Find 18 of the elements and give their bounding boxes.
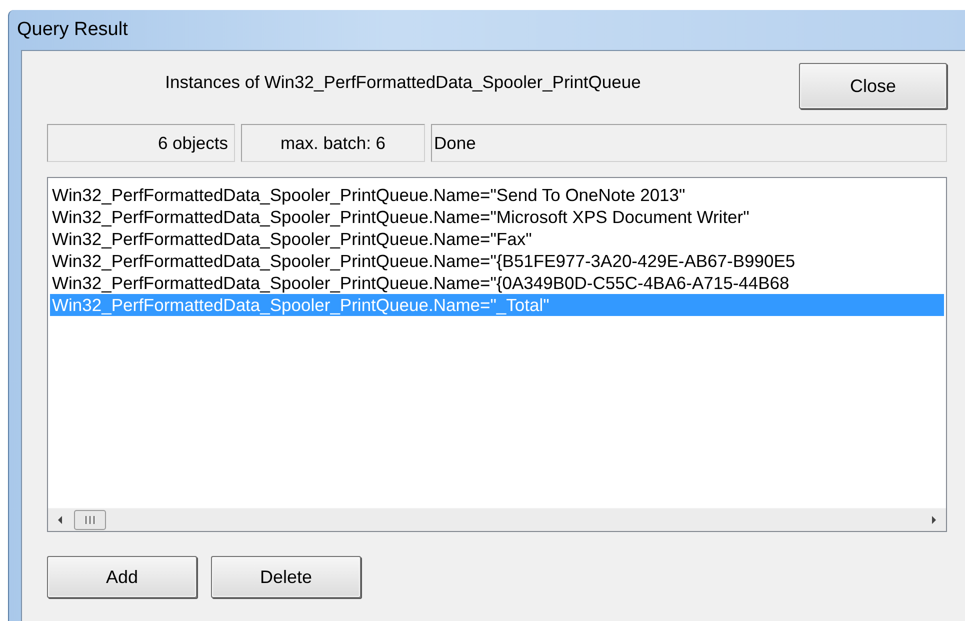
scroll-left-icon[interactable] — [56, 515, 64, 525]
heading-text: Instances of Win32_PerfFormattedData_Spooler_PrintQueue — [164, 72, 642, 94]
scroll-right-icon[interactable] — [930, 515, 938, 525]
close-button[interactable]: Close — [799, 63, 947, 109]
scroll-thumb-icon[interactable] — [74, 510, 106, 530]
list-item[interactable]: Win32_PerfFormattedData_Spooler_PrintQueue.Name="Microsoft XPS Document Writer" — [50, 206, 944, 228]
window-title: Query Result — [17, 19, 128, 41]
list-item[interactable]: Win32_PerfFormattedData_Spooler_PrintQueue.Name="Fax" — [50, 228, 944, 250]
status-pane: 6 objects — [47, 124, 235, 162]
action-button[interactable]: Delete — [211, 556, 361, 598]
horizontal-scrollbar[interactable] — [48, 508, 946, 531]
results-list[interactable] — [47, 177, 947, 532]
action-button[interactable]: Add — [47, 556, 197, 598]
list-item[interactable]: Win32_PerfFormattedData_Spooler_PrintQueue.Name="Send To OneNote 2013" — [50, 184, 944, 206]
list-item[interactable]: Win32_PerfFormattedData_Spooler_PrintQueue.Name="{B51FE977-3A20-429E-AB67-B990E5 — [50, 250, 944, 272]
list-item[interactable]: Win32_PerfFormattedData_Spooler_PrintQueue.Name="{0A349B0D-C55C-4BA6-A715-44B68 — [50, 272, 944, 294]
status-pane: Done — [431, 124, 947, 162]
status-pane: max. batch: 6 — [241, 124, 425, 162]
